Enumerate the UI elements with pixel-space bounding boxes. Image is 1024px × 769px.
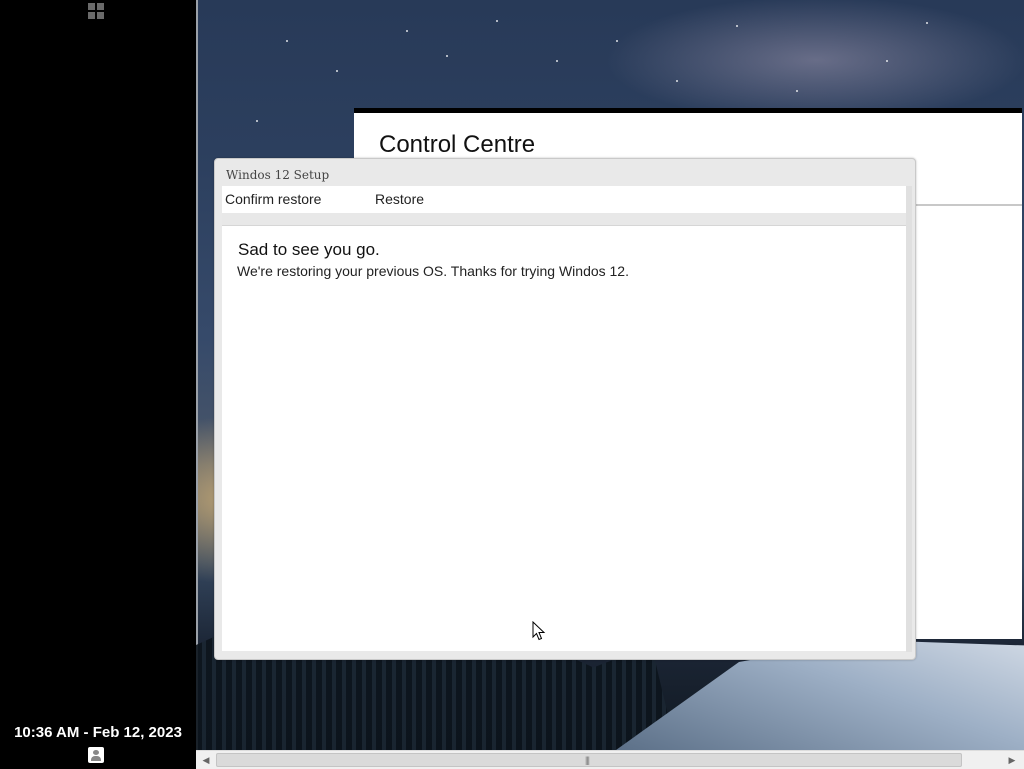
control-centre-divider [914, 204, 1022, 206]
taskbar-clock[interactable]: 10:36 AM - Feb 12, 2023 [0, 724, 196, 741]
scroll-left-icon[interactable]: ◀ [200, 754, 212, 766]
dialog-vertical-scrollbar[interactable] [906, 186, 912, 652]
mouse-cursor-icon [532, 621, 546, 641]
setup-dialog-title: Windos 12 Setup [226, 168, 330, 182]
scrollbar-thumb[interactable]: ||| [216, 753, 962, 767]
taskbar: 10:36 AM - Feb 12, 2023 [0, 0, 196, 768]
wizard-step-confirm-restore[interactable]: Confirm restore [225, 191, 321, 207]
wizard-nav-divider [222, 213, 906, 226]
scroll-right-icon[interactable]: ▶ [1006, 754, 1018, 766]
wizard-steps-bar: Confirm restore Restore [222, 186, 906, 214]
scrollbar-grip-icon: ||| [585, 755, 590, 765]
start-menu-icon[interactable] [88, 3, 104, 19]
setup-content-panel: Sad to see you go. We're restoring your … [222, 226, 906, 651]
control-centre-title: Control Centre [379, 131, 536, 158]
setup-message: We're restoring your previous OS. Thanks… [237, 263, 629, 279]
setup-heading: Sad to see you go. [238, 240, 380, 259]
horizontal-scrollbar[interactable]: ◀ ||| ▶ [196, 750, 1024, 769]
setup-dialog[interactable]: Windos 12 Setup Confirm restore Restore … [214, 158, 916, 660]
wizard-step-restore[interactable]: Restore [375, 191, 424, 207]
user-icon[interactable] [88, 747, 104, 763]
